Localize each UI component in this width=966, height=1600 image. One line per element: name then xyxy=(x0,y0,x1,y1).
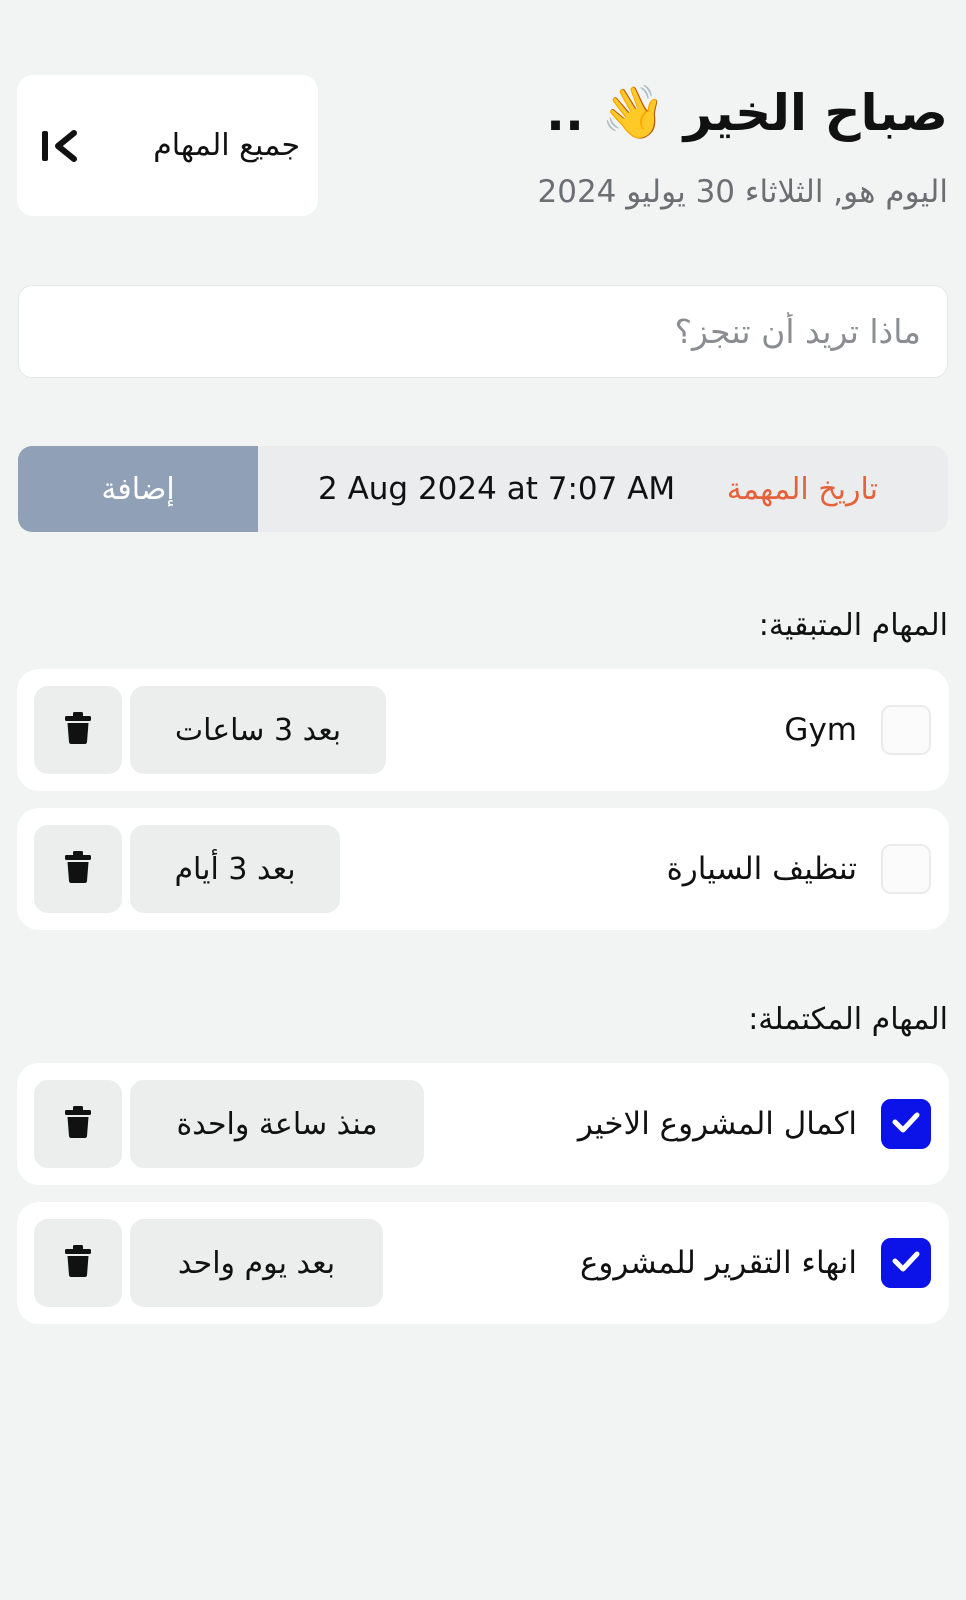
task-time-chip[interactable]: بعد 3 ساعات xyxy=(130,686,386,774)
task-row: اكمال المشروع الاخير منذ ساعة واحدة xyxy=(17,1063,949,1185)
trash-icon xyxy=(64,850,92,888)
task-date-picker[interactable]: 2 Aug 2024 at 7:07 AM xyxy=(318,446,675,532)
task-row: انهاء التقرير للمشروع بعد يوم واحد xyxy=(17,1202,949,1324)
all-tasks-label: جميع المهام xyxy=(153,128,300,163)
today-date: اليوم هو, الثلاثاء 30 يوليو 2024 xyxy=(537,174,949,210)
task-checkbox[interactable] xyxy=(881,844,931,894)
greeting-text: صباح الخير xyxy=(683,84,948,142)
completed-tasks-heading: المهام المكتملة: xyxy=(748,1002,948,1037)
task-title: اكمال المشروع الاخير xyxy=(577,1106,857,1142)
all-tasks-button[interactable]: جميع المهام xyxy=(17,75,318,216)
task-row: Gym بعد 3 ساعات xyxy=(17,669,949,791)
task-checkbox-checked[interactable] xyxy=(881,1238,931,1288)
task-title: انهاء التقرير للمشروع xyxy=(579,1245,857,1281)
add-button[interactable]: إضافة xyxy=(18,446,258,532)
new-task-field xyxy=(18,285,948,378)
trash-icon xyxy=(64,1105,92,1143)
greeting-title: صباح الخير 👋 .. xyxy=(546,78,948,148)
task-title: Gym xyxy=(784,712,857,748)
trash-icon xyxy=(64,1244,92,1282)
remaining-tasks-heading: المهام المتبقية: xyxy=(758,608,948,643)
task-time-chip[interactable]: بعد 3 أيام xyxy=(130,825,340,913)
collapse-left-icon xyxy=(39,127,79,165)
task-row: تنظيف السيارة بعد 3 أيام xyxy=(17,808,949,930)
task-checkbox[interactable] xyxy=(881,705,931,755)
task-date-label: تاريخ المهمة xyxy=(726,471,878,507)
check-icon xyxy=(891,1249,921,1277)
task-time-chip[interactable]: منذ ساعة واحدة xyxy=(130,1080,424,1168)
delete-button[interactable] xyxy=(34,686,122,774)
new-task-input[interactable] xyxy=(19,286,947,377)
delete-button[interactable] xyxy=(34,1219,122,1307)
delete-button[interactable] xyxy=(34,1080,122,1168)
trash-icon xyxy=(64,711,92,749)
add-task-bar: إضافة 2 Aug 2024 at 7:07 AM تاريخ المهمة xyxy=(18,446,948,532)
check-icon xyxy=(891,1110,921,1138)
delete-button[interactable] xyxy=(34,825,122,913)
task-checkbox-checked[interactable] xyxy=(881,1099,931,1149)
greeting-suffix: .. xyxy=(546,84,584,142)
task-time-chip[interactable]: بعد يوم واحد xyxy=(130,1219,383,1307)
task-title: تنظيف السيارة xyxy=(666,851,857,887)
wave-emoji-icon: 👋 xyxy=(601,83,667,143)
